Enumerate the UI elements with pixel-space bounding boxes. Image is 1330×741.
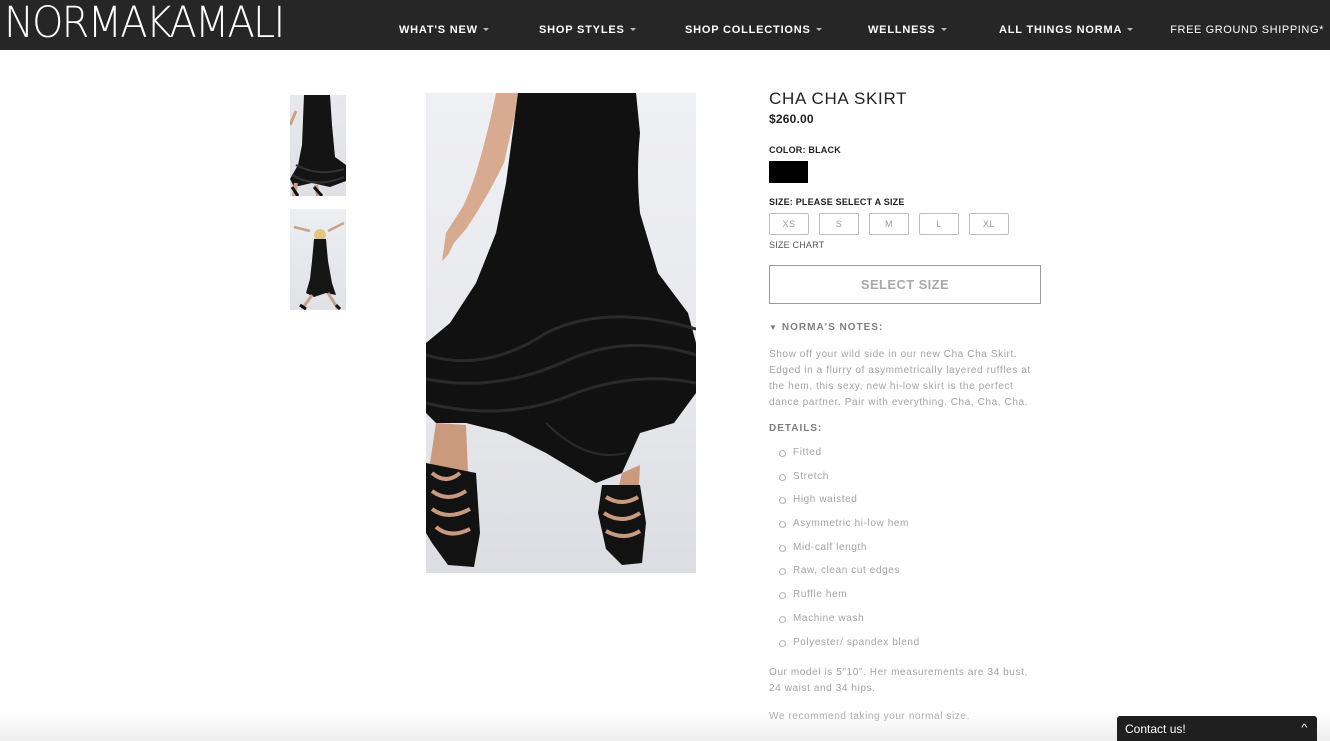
list-item: High waisted bbox=[769, 492, 1041, 516]
nav-shop-styles[interactable]: SHOP STYLES bbox=[539, 24, 636, 36]
contact-us-widget[interactable]: Contact us! ^ bbox=[1117, 716, 1317, 741]
triangle-down-icon: ▼ bbox=[769, 323, 778, 332]
caret-down-icon bbox=[629, 27, 636, 31]
nav-wellness[interactable]: WELLNESS bbox=[868, 24, 947, 36]
nav-label: WHAT'S NEW bbox=[399, 24, 478, 36]
nav-label: WELLNESS bbox=[868, 24, 936, 36]
product-title: CHA CHA SKIRT bbox=[769, 89, 908, 108]
details-heading: DETAILS: bbox=[769, 423, 823, 434]
nav-label: SHOP STYLES bbox=[539, 24, 625, 36]
nav-label: ALL THINGS NORMA bbox=[999, 24, 1123, 36]
nav-whats-new[interactable]: WHAT'S NEW bbox=[399, 24, 489, 36]
notes-heading: NORMA'S NOTES: bbox=[781, 322, 884, 333]
caret-down-icon bbox=[1127, 27, 1134, 31]
skirt-back-thumbnail-image bbox=[293, 221, 345, 310]
site-header: NORMAKAMALI WHAT'S NEW SHOP STYLES SHOP … bbox=[0, 0, 1330, 50]
size-recommendation: We recommend taking your normal size. bbox=[769, 711, 970, 723]
caret-down-icon bbox=[815, 27, 822, 31]
list-item: Mid-calf length bbox=[769, 540, 1041, 564]
model-measurements: Our model is 5"10". Her measurements are… bbox=[769, 667, 1028, 695]
caret-down-icon bbox=[482, 27, 489, 31]
skirt-model-image bbox=[426, 93, 696, 567]
details-list: Fitted Stretch High waisted Asymmetric h… bbox=[769, 445, 1041, 658]
list-item: Asymmetric hi-low hem bbox=[769, 516, 1041, 540]
color-swatch-black[interactable] bbox=[769, 161, 808, 183]
free-shipping-banner[interactable]: FREE GROUND SHIPPING* bbox=[1170, 24, 1324, 36]
chevron-up-icon[interactable]: ^ bbox=[1302, 723, 1308, 734]
product-price: $260.00 bbox=[769, 112, 814, 126]
size-option-l[interactable]: L bbox=[919, 213, 959, 235]
notes-description: Show off your wild side in our new Cha C… bbox=[769, 349, 1031, 408]
size-chart-link[interactable]: SIZE CHART bbox=[769, 240, 1041, 250]
nav-shop-collections[interactable]: SHOP COLLECTIONS bbox=[685, 24, 822, 36]
size-option-xs[interactable]: XS bbox=[769, 213, 809, 235]
product-thumbnail-2[interactable] bbox=[290, 209, 346, 310]
list-item: Machine wash bbox=[769, 611, 1041, 635]
size-options: XS S M L XL bbox=[769, 213, 1041, 235]
product-main-image[interactable] bbox=[426, 93, 696, 573]
list-item: Ruffle hem bbox=[769, 587, 1041, 611]
size-option-xl[interactable]: XL bbox=[969, 213, 1009, 235]
list-item: Stretch bbox=[769, 469, 1041, 493]
size-option-m[interactable]: M bbox=[869, 213, 909, 235]
select-size-button[interactable]: SELECT SIZE bbox=[769, 265, 1041, 304]
size-option-s[interactable]: S bbox=[819, 213, 859, 235]
contact-label: Contact us! bbox=[1125, 721, 1186, 736]
list-item: Polyester/ spandex blend bbox=[769, 635, 1041, 659]
brand-logo[interactable]: NORMAKAMALI bbox=[4, 2, 285, 45]
skirt-front-thumbnail-image bbox=[290, 95, 346, 196]
product-info-panel: CHA CHA SKIRT $260.00 COLOR: BLACK SIZE:… bbox=[769, 88, 1041, 725]
size-label: SIZE: PLEASE SELECT A SIZE bbox=[769, 197, 905, 207]
nav-label: SHOP COLLECTIONS bbox=[685, 24, 811, 36]
normas-notes-toggle[interactable]: ▼ NORMA'S NOTES: bbox=[769, 322, 1041, 333]
list-item: Raw, clean cut edges bbox=[769, 563, 1041, 587]
list-item: Fitted bbox=[769, 445, 1041, 469]
caret-down-icon bbox=[940, 27, 947, 31]
nav-all-things-norma[interactable]: ALL THINGS NORMA bbox=[999, 24, 1134, 36]
product-thumbnail-1[interactable] bbox=[290, 95, 346, 196]
color-label: COLOR: BLACK bbox=[769, 145, 841, 155]
